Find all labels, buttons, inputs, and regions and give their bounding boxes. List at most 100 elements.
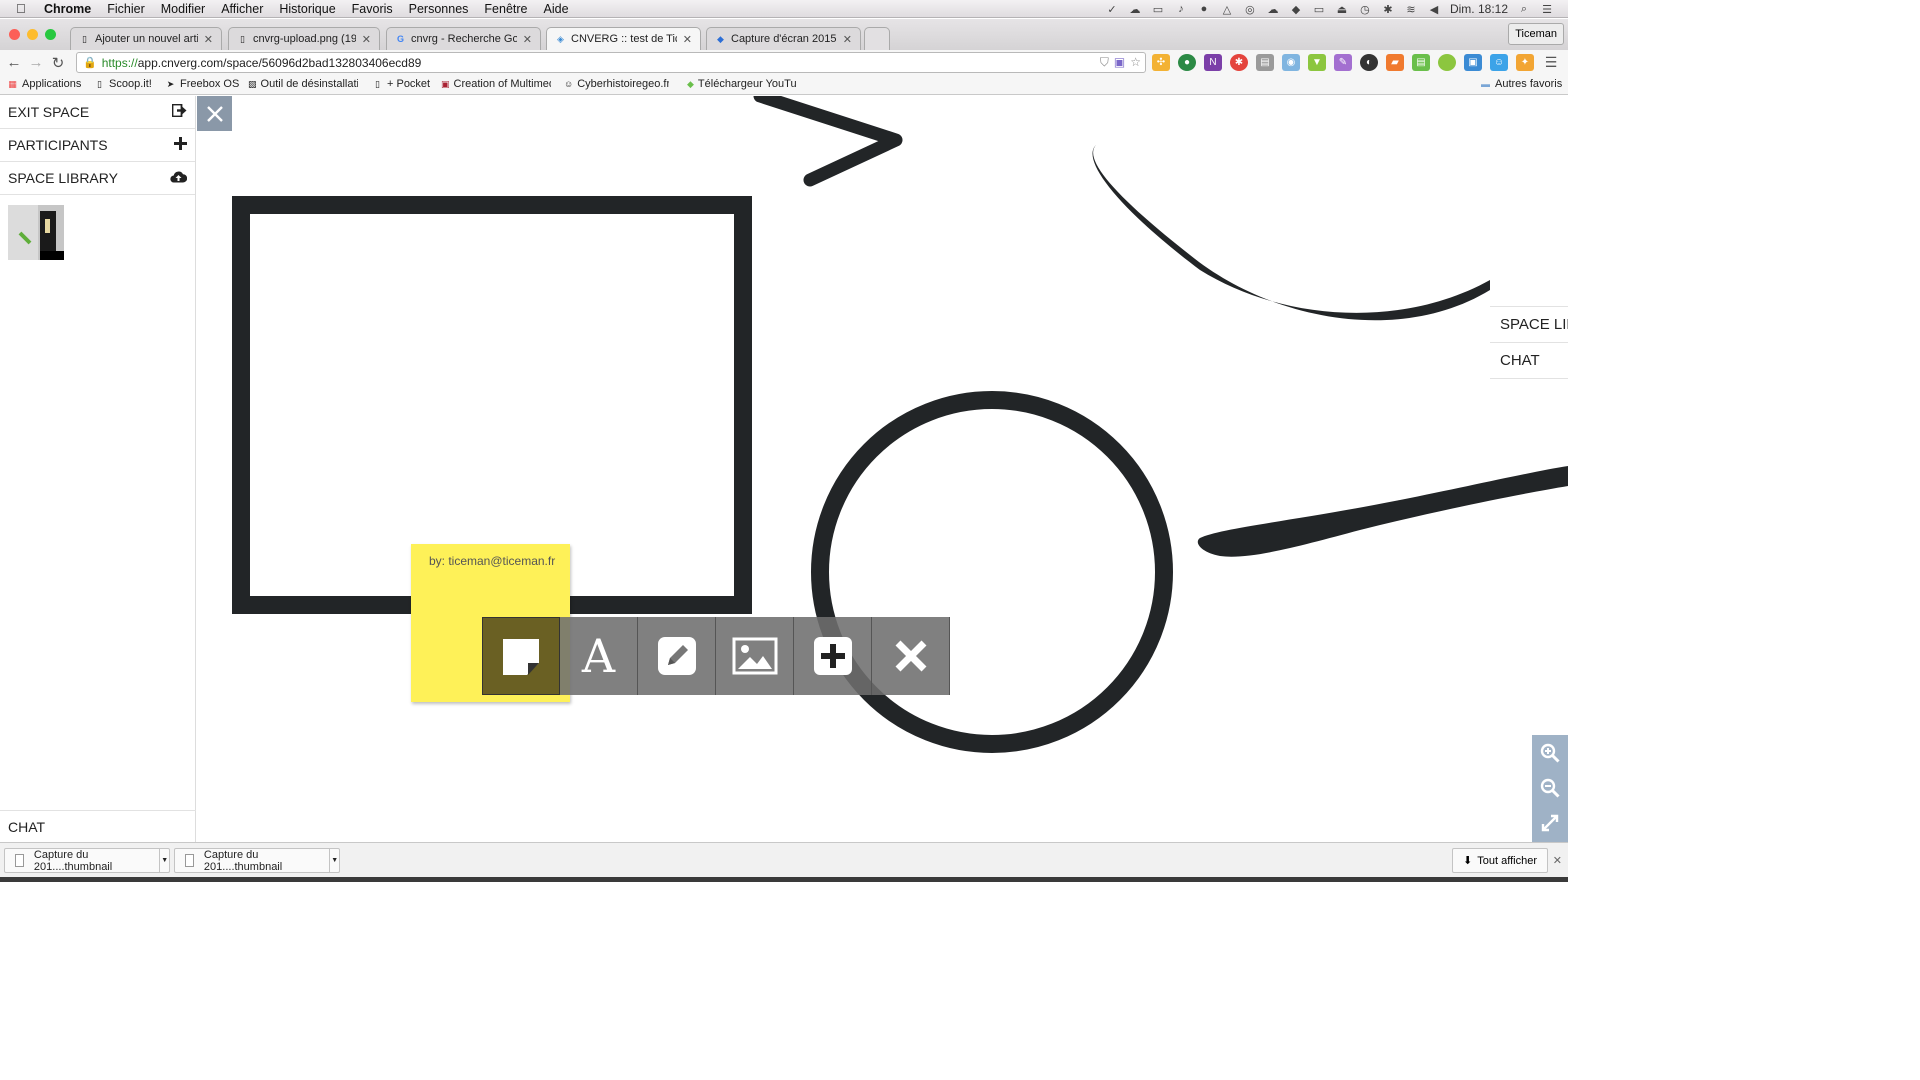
exit-space-button[interactable]: EXIT SPACE xyxy=(0,96,195,129)
pen-icon[interactable]: ✎ xyxy=(1334,54,1352,71)
sync-icon[interactable]: ◎ xyxy=(1243,3,1257,16)
volume-icon[interactable]: ◀ xyxy=(1427,3,1441,16)
space-library-button[interactable]: SPACE LIBRARY xyxy=(0,162,195,195)
menu-aide[interactable]: Aide xyxy=(544,2,569,16)
list-icon[interactable]: ☰ xyxy=(1540,3,1554,16)
close-icon[interactable]: ✕ xyxy=(1553,854,1562,867)
back-icon[interactable]: ← xyxy=(3,54,25,71)
screen-icon[interactable]: ▣ xyxy=(1464,54,1482,71)
tab-ajouter-article[interactable]: ▯ Ajouter un nouvel article ‹ ✕ xyxy=(70,27,222,50)
bookmark-autres[interactable]: ▬ Autres favoris xyxy=(1480,78,1562,90)
tab-google-search[interactable]: G cnvrg - Recherche Google ✕ xyxy=(386,27,541,50)
printer-icon[interactable]: ▤ xyxy=(1412,54,1430,71)
bluetooth-icon[interactable]: ✱ xyxy=(1381,3,1395,16)
close-tab-icon[interactable]: ✕ xyxy=(362,33,371,46)
green-dot-icon[interactable] xyxy=(1438,54,1456,71)
robot-icon[interactable]: ☺ xyxy=(1490,54,1508,71)
airplay-icon[interactable]: ▭ xyxy=(1312,3,1326,16)
bookmark-cyberhistoire[interactable]: ☺ Cyberhistoiregeo.fr xyxy=(564,78,669,90)
reload-icon[interactable]: ↻ xyxy=(47,54,69,72)
add-tool[interactable] xyxy=(794,617,872,695)
menu-icon[interactable]: ☰ xyxy=(1542,54,1560,71)
new-tab-button[interactable] xyxy=(864,27,890,50)
chevron-down-icon[interactable]: ▼ xyxy=(329,849,339,872)
pencil-icon xyxy=(657,637,696,675)
tab-cnvrg-upload[interactable]: ▯ cnvrg-upload.png (1991×1 ✕ xyxy=(228,27,380,50)
chat-button[interactable]: CHAT xyxy=(0,810,196,842)
bookmark-scoopit[interactable]: ▯ Scoop.it! xyxy=(94,78,152,90)
close-tab-icon[interactable]: ✕ xyxy=(843,33,852,46)
bookmark-freebox[interactable]: ➤ Freebox OS xyxy=(165,78,240,90)
download-item[interactable]: Capture du 201....thumbnail ▼ xyxy=(4,848,170,873)
right-space-library-button[interactable]: SPACE LIB xyxy=(1490,307,1568,343)
camera-icon[interactable]: ◉ xyxy=(1282,54,1300,71)
eject-icon[interactable]: ⏏ xyxy=(1335,3,1349,16)
menu-fichier[interactable]: Fichier xyxy=(107,2,145,16)
circle-icon[interactable]: ◐ xyxy=(1360,54,1378,71)
library-thumbnail[interactable] xyxy=(8,205,64,260)
tab-capture-ecran[interactable]: ◆ Capture d'écran 2015-10-0 ✕ xyxy=(706,27,861,50)
cloud-icon[interactable]: ☁ xyxy=(1128,3,1142,16)
apple-icon[interactable]:  xyxy=(16,1,32,16)
download-item[interactable]: Capture du 201....thumbnail ▼ xyxy=(174,848,340,873)
dropbox-icon[interactable]: ◆ xyxy=(1289,3,1303,16)
bookmark-outil[interactable]: ▧ Outil de désinstallati xyxy=(248,78,358,90)
menu-afficher[interactable]: Afficher xyxy=(221,2,263,16)
menu-app-name[interactable]: Chrome xyxy=(44,2,91,16)
clipboard-icon[interactable]: ▤ xyxy=(1256,54,1274,71)
text-tool[interactable]: A xyxy=(560,617,638,695)
evernote-icon[interactable]: ● xyxy=(1178,54,1196,71)
bookmark-applications[interactable]: ▦ Applications xyxy=(7,78,81,90)
puzzle-icon[interactable]: ✣ xyxy=(1152,54,1170,71)
profile-button[interactable]: Ticeman xyxy=(1508,23,1564,45)
bookmark-youtube[interactable]: ◆ Téléchargeur YouTub xyxy=(687,78,797,90)
close-tab-icon[interactable]: ✕ xyxy=(683,33,692,46)
close-tool[interactable] xyxy=(872,617,950,695)
bell-icon[interactable]: ♪ xyxy=(1174,3,1188,15)
extension-icon[interactable]: ▣ xyxy=(1114,55,1125,70)
time-machine-icon[interactable]: ◷ xyxy=(1358,3,1372,16)
pencil-tool[interactable] xyxy=(638,617,716,695)
menu-favoris[interactable]: Favoris xyxy=(352,2,393,16)
menu-fenetre[interactable]: Fenêtre xyxy=(484,2,527,16)
asterisk-icon[interactable]: ✱ xyxy=(1230,54,1248,71)
forward-icon[interactable]: → xyxy=(25,54,47,71)
onenote-icon[interactable]: N xyxy=(1204,54,1222,71)
menu-historique[interactable]: Historique xyxy=(279,2,335,16)
minimize-window-button[interactable] xyxy=(27,29,38,40)
drive-icon[interactable]: △ xyxy=(1220,3,1234,16)
pin-icon[interactable]: ▼ xyxy=(1308,54,1326,71)
flash-icon[interactable]: ✦ xyxy=(1516,54,1534,71)
fullscreen-button[interactable] xyxy=(1532,805,1568,840)
expand-icon xyxy=(1541,814,1559,831)
wifi-icon[interactable]: ≋ xyxy=(1404,3,1418,16)
check-icon[interactable]: ✓ xyxy=(1105,3,1119,16)
close-tab-icon[interactable]: ✕ xyxy=(204,33,213,46)
chevron-down-icon[interactable]: ▼ xyxy=(159,849,169,872)
shield-icon[interactable]: ⛉ xyxy=(1100,55,1109,70)
star-icon[interactable]: ☆ xyxy=(1130,55,1141,70)
menu-modifier[interactable]: Modifier xyxy=(161,2,205,16)
search-icon[interactable]: ⌕ xyxy=(1517,3,1531,15)
maximize-window-button[interactable] xyxy=(45,29,56,40)
address-bar[interactable]: 🔒 https://app.cnverg.com/space/56096d2ba… xyxy=(76,52,1146,73)
bookmark-multimedia[interactable]: ▣ Creation of Multimed xyxy=(441,78,551,90)
sticky-note-tool[interactable] xyxy=(482,617,560,695)
image-tool[interactable] xyxy=(716,617,794,695)
tab-cnverg-active[interactable]: ◈ CNVERG :: test de Ticema ✕ xyxy=(546,27,701,50)
participants-button[interactable]: PARTICIPANTS xyxy=(0,129,195,162)
clock[interactable]: Dim. 18:12 xyxy=(1450,2,1508,16)
close-window-button[interactable] xyxy=(9,29,20,40)
zoom-out-button[interactable] xyxy=(1532,770,1568,805)
bookmark-pocket[interactable]: ▯ + Pocket xyxy=(372,78,430,90)
creative-cloud-icon[interactable]: ☁ xyxy=(1266,3,1280,16)
archive-icon[interactable]: ▭ xyxy=(1151,3,1165,16)
zoom-in-button[interactable] xyxy=(1532,735,1568,770)
show-all-downloads-button[interactable]: ⬇ Tout afficher xyxy=(1452,848,1548,873)
whiteboard-canvas[interactable] xyxy=(197,96,1568,842)
right-chat-button[interactable]: CHAT xyxy=(1490,343,1568,379)
bookmark-icon[interactable]: ▰ xyxy=(1386,54,1404,71)
microphone-icon[interactable]: ● xyxy=(1197,3,1211,15)
menu-personnes[interactable]: Personnes xyxy=(409,2,469,16)
close-tab-icon[interactable]: ✕ xyxy=(523,33,532,46)
